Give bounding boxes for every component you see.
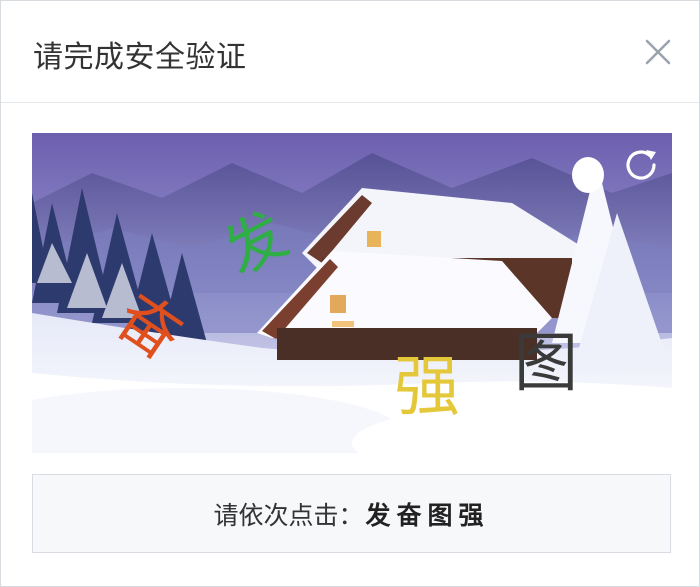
captcha-image[interactable] bbox=[32, 133, 672, 453]
instruction-prompt: 请依次点击： bbox=[213, 500, 364, 530]
captcha-char-tu[interactable]: 图 bbox=[514, 332, 578, 396]
dialog-header: 请完成安全验证 bbox=[1, 1, 699, 103]
instruction-targets: 发奋图强 bbox=[365, 500, 490, 530]
close-icon[interactable] bbox=[643, 37, 673, 67]
refresh-icon[interactable] bbox=[619, 143, 663, 187]
dialog-title: 请完成安全验证 bbox=[33, 40, 247, 75]
instruction-bar: 请依次点击： 发奋图强 bbox=[32, 474, 671, 553]
snowy-cabin-background bbox=[32, 133, 672, 453]
captcha-char-qiang[interactable]: 强 bbox=[394, 354, 460, 420]
